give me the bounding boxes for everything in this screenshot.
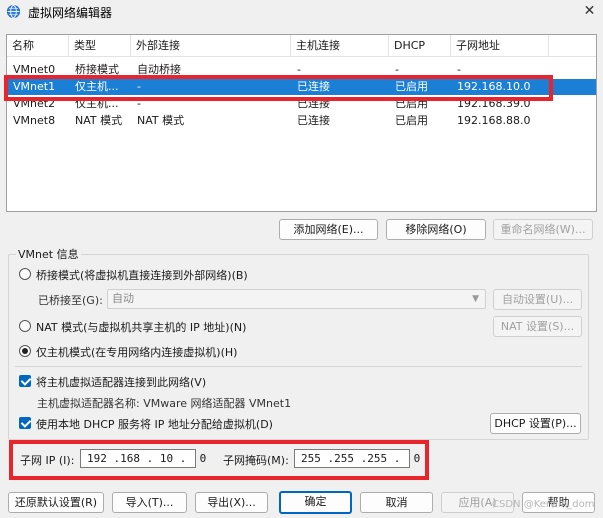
remove-network-button[interactable]: 移除网络(O) bbox=[386, 219, 486, 240]
cell-name: VMnet8 bbox=[13, 114, 56, 127]
close-icon[interactable]: ✕ bbox=[576, 0, 603, 22]
cell-external: - bbox=[137, 97, 141, 110]
subnet-ip-input[interactable]: 192 .168 . 10 . 0 bbox=[80, 449, 206, 468]
cell-name: VMnet0 bbox=[13, 63, 56, 76]
cancel-button[interactable]: 取消 bbox=[360, 492, 433, 513]
table-row[interactable]: VMnet8 NAT 模式 NAT 模式 已连接 已启用 192.168.88.… bbox=[7, 113, 596, 129]
column-header-dhcp[interactable]: DHCP bbox=[389, 35, 451, 57]
cell-name: VMnet1 bbox=[13, 80, 56, 93]
group-title: VMnet 信息 bbox=[16, 246, 81, 262]
cell-host: 已连接 bbox=[297, 97, 330, 110]
cell-type: NAT 模式 bbox=[75, 114, 123, 127]
column-header-external[interactable]: 外部连接 bbox=[131, 35, 291, 57]
watermark-text: CSDN @Kerwin_dom bbox=[492, 499, 595, 510]
cell-host: 已连接 bbox=[297, 114, 330, 127]
dhcp-settings-button[interactable]: DHCP 设置(P)... bbox=[490, 413, 581, 434]
cell-host: - bbox=[297, 63, 301, 76]
cell-type: 桥接模式 bbox=[75, 63, 119, 76]
bridged-to-label: 已桥接至(G): bbox=[38, 294, 103, 307]
ok-button[interactable]: 确定 bbox=[279, 491, 352, 514]
cell-type: 仅主机... bbox=[75, 80, 119, 93]
cell-subnet: - bbox=[457, 63, 461, 76]
column-header-host[interactable]: 主机连接 bbox=[291, 35, 389, 57]
table-row[interactable]: VMnet2 仅主机... - 已连接 已启用 192.168.39.0 bbox=[7, 96, 596, 112]
chevron-down-icon: ▼ bbox=[472, 294, 479, 304]
bridged-mode-radio[interactable] bbox=[19, 268, 31, 280]
nat-mode-radio[interactable] bbox=[19, 320, 31, 332]
export-button[interactable]: 导出(X)... bbox=[195, 492, 268, 513]
window-title: 虚拟网络编辑器 bbox=[28, 6, 113, 20]
nat-settings-button[interactable]: NAT 设置(S)... bbox=[493, 316, 582, 337]
subnet-mask-input[interactable]: 255 .255 .255 . 0 bbox=[294, 449, 420, 468]
divider bbox=[15, 366, 582, 367]
cell-dhcp: 已启用 bbox=[395, 97, 428, 110]
dhcp-checkbox[interactable] bbox=[19, 417, 31, 429]
cell-external: NAT 模式 bbox=[137, 114, 185, 127]
cell-subnet: 192.168.10.0 bbox=[457, 80, 531, 93]
list-header: 名称 类型 外部连接 主机连接 DHCP 子网地址 bbox=[7, 35, 596, 57]
cell-subnet: 192.168.39.0 bbox=[457, 97, 531, 110]
network-list[interactable]: 名称 类型 外部连接 主机连接 DHCP 子网地址 VMnet0 桥接模式 自动… bbox=[6, 34, 597, 212]
connect-adapter-label[interactable]: 将主机虚拟适配器连接到此网络(V) bbox=[36, 374, 206, 390]
host-only-mode-label[interactable]: 仅主机模式(在专用网络内连接虚拟机)(H) bbox=[36, 344, 237, 360]
add-network-button[interactable]: 添加网络(E)... bbox=[279, 219, 378, 240]
subnet-ip-label: 子网 IP (I): bbox=[20, 454, 75, 467]
globe-network-icon bbox=[6, 4, 21, 19]
column-header-name[interactable]: 名称 bbox=[7, 35, 69, 57]
cell-external: 自动桥接 bbox=[137, 63, 181, 76]
table-row-selected[interactable]: VMnet1 仅主机... - 已连接 已启用 192.168.10.0 bbox=[7, 79, 596, 95]
dhcp-label[interactable]: 使用本地 DHCP 服务将 IP 地址分配给虚拟机(D) bbox=[36, 416, 273, 432]
cell-dhcp: - bbox=[395, 63, 399, 76]
cell-host: 已连接 bbox=[297, 80, 330, 93]
import-button[interactable]: 导入(T)... bbox=[112, 492, 187, 513]
adapter-name-text: 主机虚拟适配器名称: VMware 网络适配器 VMnet1 bbox=[37, 397, 292, 410]
auto-settings-button[interactable]: 自动设置(U)... bbox=[493, 289, 582, 310]
column-header-subnet[interactable]: 子网地址 bbox=[451, 35, 549, 57]
rename-network-button[interactable]: 重命名网络(W)... bbox=[493, 219, 593, 240]
cell-type: 仅主机... bbox=[75, 97, 119, 110]
cell-external: - bbox=[137, 80, 141, 93]
table-row[interactable]: VMnet0 桥接模式 自动桥接 - - - bbox=[7, 62, 596, 78]
restore-defaults-button[interactable]: 还原默认设置(R) bbox=[8, 492, 104, 513]
cell-subnet: 192.168.88.0 bbox=[457, 114, 531, 127]
column-header-type[interactable]: 类型 bbox=[69, 35, 131, 57]
bridged-to-select[interactable]: 自动 ▼ bbox=[107, 289, 486, 309]
cell-dhcp: 已启用 bbox=[395, 80, 428, 93]
connect-adapter-checkbox[interactable] bbox=[19, 375, 31, 387]
subnet-mask-label: 子网掩码(M): bbox=[223, 454, 289, 467]
bridged-to-value: 自动 bbox=[112, 292, 134, 305]
host-only-mode-radio[interactable] bbox=[19, 345, 31, 357]
bridged-mode-label[interactable]: 桥接模式(将虚拟机直接连接到外部网络)(B) bbox=[36, 267, 248, 283]
cell-name: VMnet2 bbox=[13, 97, 56, 110]
cell-dhcp: 已启用 bbox=[395, 114, 428, 127]
nat-mode-label[interactable]: NAT 模式(与虚拟机共享主机的 IP 地址)(N) bbox=[36, 319, 246, 335]
